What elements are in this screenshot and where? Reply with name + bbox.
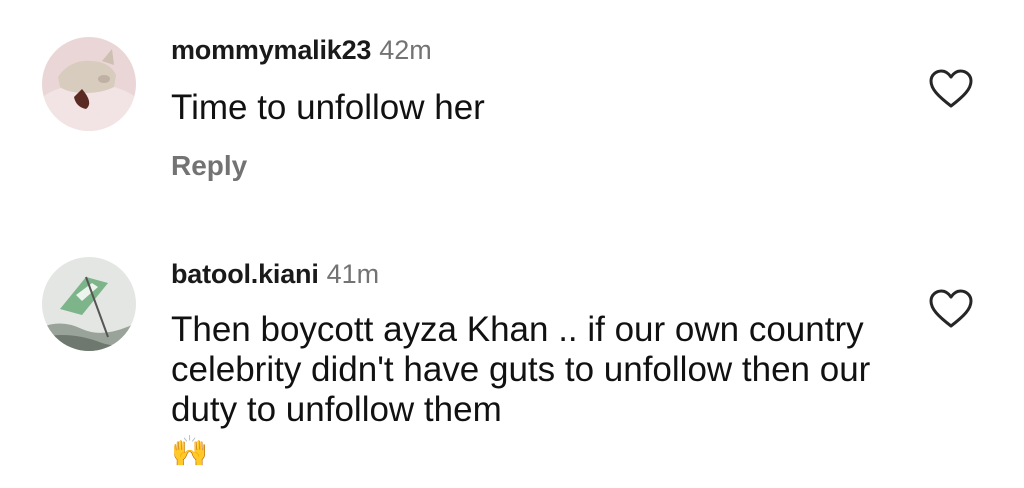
avatar-photo xyxy=(42,37,136,131)
like-button[interactable] xyxy=(928,288,974,330)
comment-body: Time to unfollow her xyxy=(171,88,485,127)
like-button[interactable] xyxy=(928,68,974,110)
username[interactable]: batool.kiani xyxy=(171,259,319,289)
reply-button[interactable]: Reply xyxy=(171,150,247,182)
heart-outline-icon xyxy=(929,69,973,108)
heart-outline-icon xyxy=(929,289,973,328)
comment-text: Time to unfollow her xyxy=(171,88,871,128)
comment-item: batool.kiani 41m Then boycott ayza Khan .… xyxy=(0,230,1024,488)
comment-item: mommymalik23 42m Time to unfollow her Rep… xyxy=(0,0,1024,230)
comment-meta: batool.kiani 41m xyxy=(171,261,379,288)
timestamp: 42m xyxy=(379,35,432,65)
timestamp: 41m xyxy=(326,259,380,289)
comment-body: Then boycott ayza Khan .. if our own cou… xyxy=(171,310,871,429)
comment-meta: mommymalik23 42m xyxy=(171,37,432,64)
avatar[interactable] xyxy=(42,37,136,131)
raising-hands-emoji: 🙌 xyxy=(171,435,209,468)
avatar-photo xyxy=(42,257,136,351)
comment-text: Then boycott ayza Khan .. if our own cou… xyxy=(171,310,871,472)
avatar[interactable] xyxy=(42,257,136,351)
username[interactable]: mommymalik23 xyxy=(171,35,371,65)
